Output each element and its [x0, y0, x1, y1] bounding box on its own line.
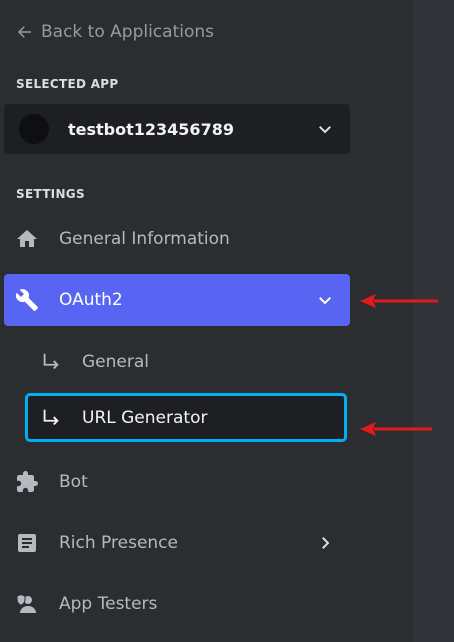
chevron-right-icon: [322, 537, 330, 549]
chevron-down-icon: [319, 297, 331, 305]
nav-item-oauth2[interactable]: OAuth2: [4, 274, 350, 326]
home-icon: [17, 230, 37, 247]
settings-heading: SETTINGS: [16, 187, 85, 201]
nav-item-general-information[interactable]: General Information: [4, 213, 350, 265]
nav-subitem-url-generator[interactable]: URL Generator: [25, 393, 347, 442]
nav-item-bot[interactable]: Bot: [4, 456, 350, 508]
annotation-arrow-oauth2: [360, 294, 438, 308]
wrench-icon: [15, 289, 38, 311]
nav-subitem-oauth2-general[interactable]: General: [40, 338, 149, 386]
app-avatar: [19, 114, 49, 144]
nav-subitem-label: General: [82, 352, 149, 372]
app-selector-dropdown[interactable]: testbot123456789: [4, 104, 350, 154]
nav-item-label: App Testers: [59, 594, 158, 614]
arrow-left-icon: [17, 26, 31, 38]
annotation-arrow-url-generator: [360, 422, 432, 436]
nav-subitem-label: URL Generator: [82, 407, 208, 428]
nav-item-app-testers[interactable]: App Testers: [4, 578, 350, 630]
user-shield-icon: [16, 593, 36, 613]
puzzle-icon: [17, 471, 38, 492]
app-name: testbot123456789: [68, 119, 234, 139]
nav-item-label: General Information: [59, 229, 230, 249]
back-to-applications-link[interactable]: Back to Applications: [16, 20, 214, 44]
nav-item-label: Bot: [59, 472, 88, 492]
chevron-down-icon: [319, 126, 331, 134]
selected-app-heading: SELECTED APP: [16, 77, 119, 91]
nav-item-rich-presence[interactable]: Rich Presence: [4, 517, 350, 569]
nav-item-label: OAuth2: [59, 290, 123, 310]
subitem-arrow-icon: [43, 409, 59, 425]
document-icon: [18, 534, 36, 552]
nav-item-label: Rich Presence: [59, 533, 178, 553]
content-pane-edge: [413, 0, 454, 642]
back-label: Back to Applications: [41, 22, 214, 42]
subitem-arrow-icon: [43, 353, 59, 370]
